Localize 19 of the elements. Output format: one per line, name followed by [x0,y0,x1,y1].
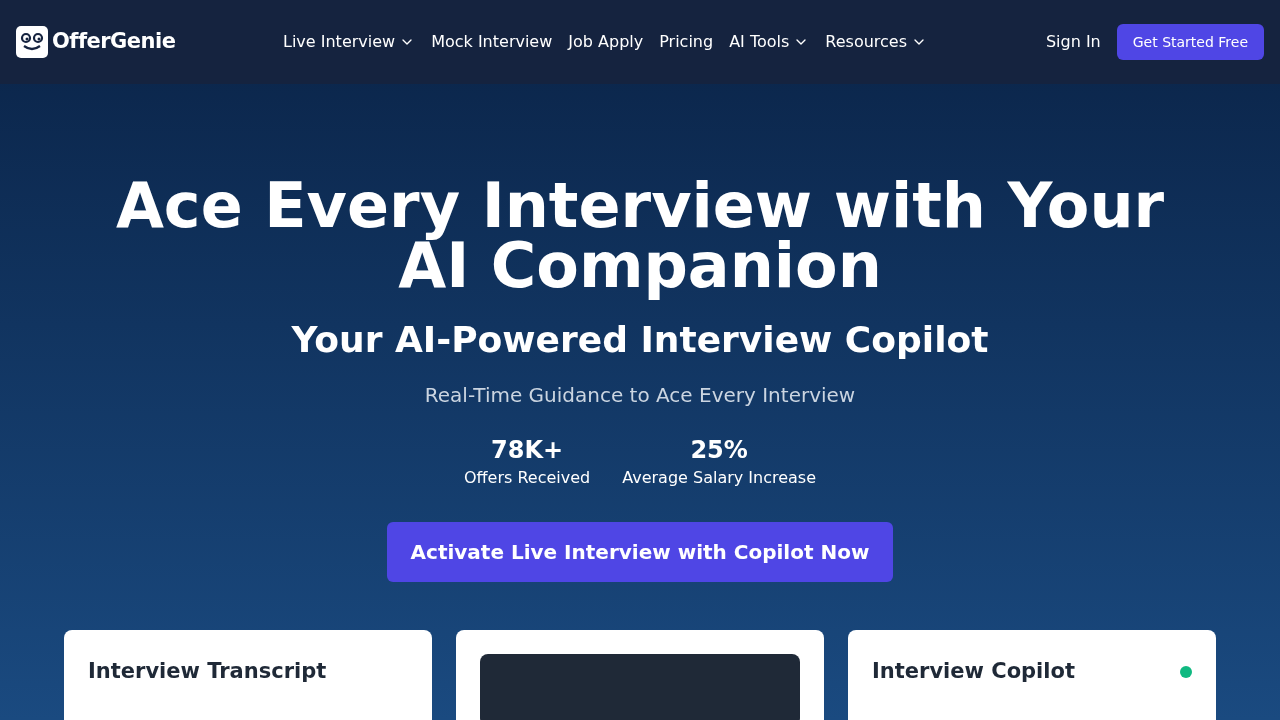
card-title: Interview Transcript [88,658,327,685]
get-started-button[interactable]: Get Started Free [1116,24,1264,60]
cta-button[interactable]: Activate Live Interview with Copilot Now [386,522,894,582]
sign-in-link[interactable]: Sign In [1045,30,1101,54]
hero-tagline: Real-Time Guidance to Ace Every Interview [424,382,856,409]
stat-label: Offers Received [463,467,591,489]
brand-logo[interactable]: OfferGenie [16,26,266,58]
nav-link[interactable]: Job Apply [568,30,644,54]
nav-link[interactable]: Live Interview [283,30,416,54]
nav-link[interactable]: Resources [825,30,928,54]
stat-value: 25% [690,435,748,466]
card-title: Interview Copilot [872,658,1075,685]
hero-subheading: Your AI-Powered Interview Copilot [291,318,989,362]
nav-link[interactable]: Mock Interview [431,30,553,54]
stat-value: 78K+ [491,435,564,466]
nav-link[interactable]: AI Tools [729,30,810,54]
logo-icon [16,26,48,58]
nav-link[interactable]: Pricing [659,30,714,54]
stat-label: Average Salary Increase [622,467,817,489]
